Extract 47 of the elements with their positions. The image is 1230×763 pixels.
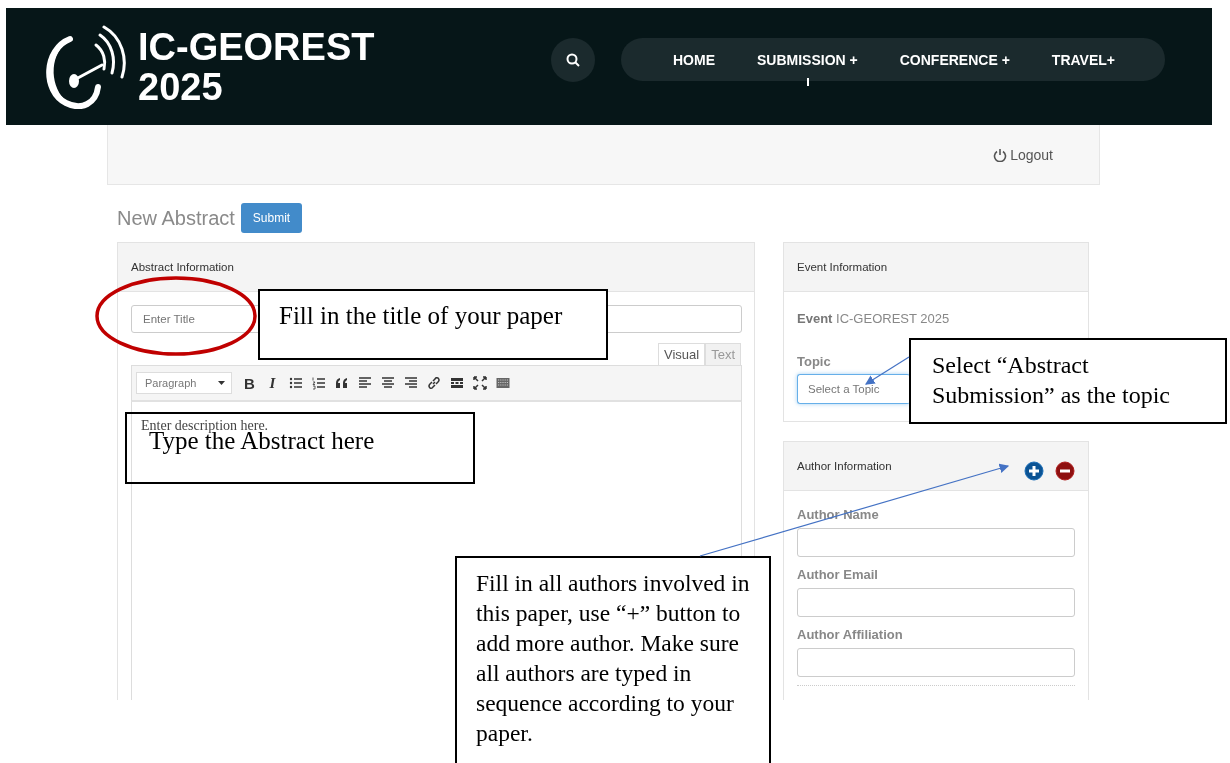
callout-tooltip: Select “Abstract Submission” as the topic <box>909 338 1227 424</box>
fullscreen-icon <box>472 376 487 390</box>
bold-button[interactable]: B <box>238 371 261 395</box>
submit-button[interactable]: Submit <box>240 203 303 233</box>
bullet-list-icon <box>288 376 303 390</box>
panel-heading: Event Information <box>784 243 1088 292</box>
minus-circle-icon <box>1055 461 1075 481</box>
site-title-year: 2025 <box>138 66 223 107</box>
search-icon <box>566 52 580 67</box>
field-label: Author Name <box>797 507 879 522</box>
logout-link[interactable]: Logout <box>993 146 1053 163</box>
panel-heading: Author Information <box>797 460 892 472</box>
power-icon <box>993 147 1008 162</box>
keyboard-icon <box>495 376 510 390</box>
search-button[interactable] <box>551 37 595 82</box>
text-field[interactable] <box>797 648 1075 677</box>
align-right-icon <box>403 376 418 390</box>
plus-circle-icon <box>1024 461 1044 481</box>
remove-author-button[interactable] <box>1055 461 1075 481</box>
numbered-list-icon <box>311 376 326 390</box>
caret-icon <box>218 381 225 385</box>
page-title: New Abstract <box>117 206 235 230</box>
site-title: IC-GEOREST <box>138 26 375 67</box>
italic-button[interactable]: I <box>261 371 284 395</box>
add-author-button[interactable] <box>1024 461 1044 481</box>
quote-icon <box>334 376 349 390</box>
text-field[interactable] <box>797 528 1075 557</box>
callout-tooltip: Fill in the title of your paper <box>258 289 608 360</box>
pointer-arrow <box>865 356 910 385</box>
callout-tooltip: Fill in all authors involved in this paper, use “+” button to add more author. Make sure all authors are typed in sequence according to your paper. <box>455 556 771 763</box>
horizontal-line-icon <box>449 376 464 390</box>
field-label: Topic <box>797 354 831 369</box>
link-icon <box>426 376 441 390</box>
format-dropdown[interactable]: Paragraph <box>136 372 232 394</box>
panel-heading: Abstract Information <box>118 243 754 292</box>
text-field[interactable] <box>797 588 1075 617</box>
nav-link[interactable]: HOME <box>673 51 715 68</box>
event-name: Event IC-GEOREST 2025 <box>797 311 951 326</box>
nav-link[interactable]: SUBMISSION + <box>757 51 858 68</box>
align-left-icon <box>357 376 372 390</box>
field-label: Author Affiliation <box>797 627 903 642</box>
editor-tab[interactable]: Visual <box>657 343 706 365</box>
align-center-icon <box>380 376 395 390</box>
nav-link[interactable]: TRAVEL+ <box>1051 51 1115 68</box>
nav-link[interactable]: CONFERENCE + <box>899 51 1010 68</box>
text-cursor-icon <box>807 77 809 86</box>
field-label: Author Email <box>797 567 878 582</box>
